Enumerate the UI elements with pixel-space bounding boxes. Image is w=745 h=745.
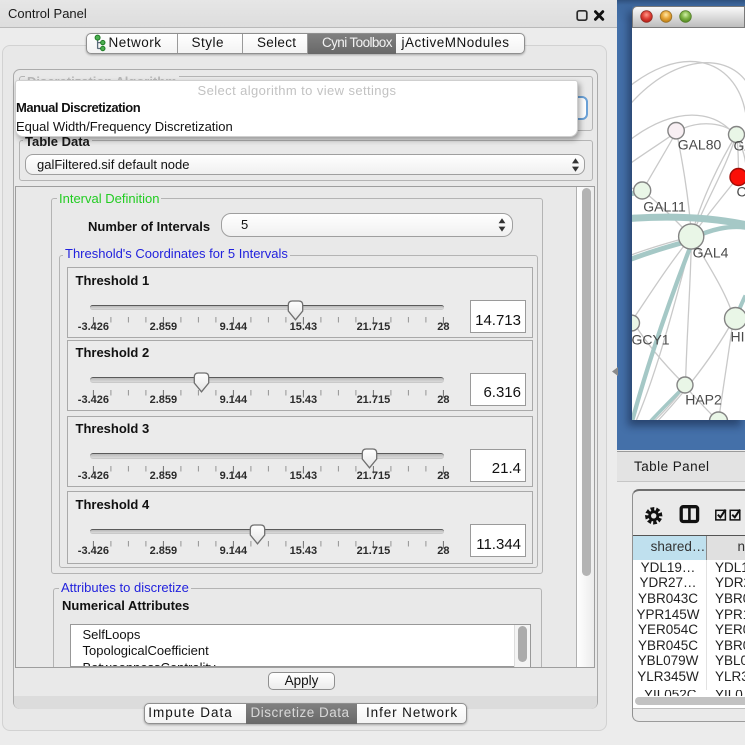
svg-text:GAL11: GAL11 xyxy=(643,198,686,214)
svg-text:C: C xyxy=(736,183,745,199)
svg-text:GA: GA xyxy=(733,137,745,153)
svg-text:HI: HI xyxy=(730,328,744,344)
svg-text:GAL4: GAL4 xyxy=(692,244,728,260)
svg-text:GAL80: GAL80 xyxy=(677,136,721,152)
svg-text:HAP2: HAP2 xyxy=(685,391,722,407)
svg-text:GCY1: GCY1 xyxy=(632,331,670,347)
